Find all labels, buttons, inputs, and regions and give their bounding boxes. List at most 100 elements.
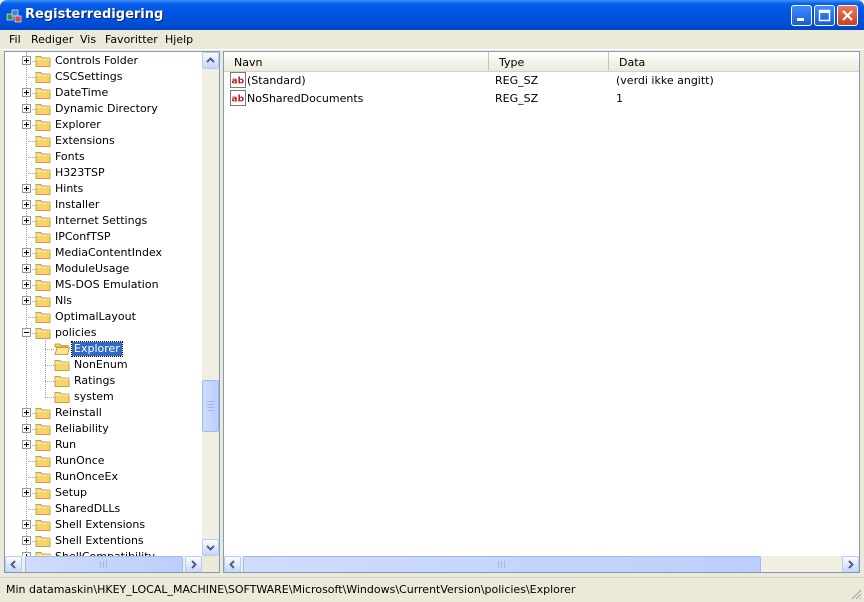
folder-icon bbox=[35, 72, 51, 83]
expand-plus-icon[interactable] bbox=[22, 408, 31, 417]
tree-node-label: Reliability bbox=[55, 422, 109, 435]
tree-node-label: DateTime bbox=[55, 86, 109, 99]
tree-node[interactable]: Extensions bbox=[5, 133, 202, 149]
column-header-data[interactable]: Data bbox=[609, 52, 859, 71]
tree-node[interactable]: SharedDLLs bbox=[5, 501, 202, 517]
tree-node[interactable]: RunOnce bbox=[5, 453, 202, 469]
tree-node[interactable]: CSCSettings bbox=[5, 69, 202, 85]
tree-node[interactable]: OptimalLayout bbox=[5, 309, 202, 325]
tree-node-label: Hints bbox=[55, 182, 84, 195]
list-hscroll-thumb[interactable] bbox=[243, 556, 761, 572]
tree-scroll-up-button[interactable] bbox=[202, 52, 219, 69]
expand-plus-icon[interactable] bbox=[22, 424, 31, 433]
folder-icon bbox=[54, 376, 70, 387]
tree-node[interactable]: Setup bbox=[5, 485, 202, 501]
close-icon bbox=[842, 10, 853, 21]
arrow-left-icon bbox=[229, 560, 235, 569]
expand-plus-icon[interactable] bbox=[22, 200, 31, 209]
tree-node[interactable]: MediaContentIndex bbox=[5, 245, 202, 261]
title-bar[interactable]: Registerredigering bbox=[0, 0, 864, 30]
menu-favorites[interactable]: Favoritter bbox=[105, 33, 158, 46]
tree-scroll-thumb[interactable] bbox=[202, 380, 219, 432]
key-tree-pane[interactable]: Controls Folder CSCSettings DateTime Dynami… bbox=[4, 51, 220, 573]
expand-plus-icon[interactable] bbox=[22, 184, 31, 193]
tree-node[interactable]: MS-DOS Emulation bbox=[5, 277, 202, 293]
menu-view[interactable]: Vis bbox=[80, 33, 96, 46]
tree-hscroll-thumb[interactable] bbox=[25, 556, 183, 572]
value-list-pane[interactable]: Navn Type Data ab (Standard) REG_SZ (ver… bbox=[223, 51, 860, 573]
expand-plus-icon[interactable] bbox=[22, 264, 31, 273]
menu-help[interactable]: Hjelp bbox=[165, 33, 193, 46]
column-header-type[interactable]: Type bbox=[489, 52, 609, 71]
tree-node[interactable]: Controls Folder bbox=[5, 53, 202, 69]
minimize-button[interactable] bbox=[791, 5, 812, 26]
list-item[interactable]: ab (Standard) REG_SZ (verdi ikke angitt) bbox=[224, 72, 844, 89]
status-bar: Min datamaskin\HKEY_LOCAL_MACHINE\SOFTWA… bbox=[0, 577, 864, 602]
expand-plus-icon[interactable] bbox=[22, 440, 31, 449]
tree-node[interactable]: policies bbox=[5, 325, 202, 341]
tree-node[interactable]: Internet Settings bbox=[5, 213, 202, 229]
registry-editor-icon bbox=[6, 9, 22, 23]
tree-node[interactable]: IPConfTSP bbox=[5, 229, 202, 245]
close-button[interactable] bbox=[837, 5, 858, 26]
tree-node[interactable]: Ratings bbox=[5, 373, 202, 389]
tree-node[interactable]: Shell Extensions bbox=[5, 517, 202, 533]
tree-node[interactable]: H323TSP bbox=[5, 165, 202, 181]
folder-icon bbox=[54, 360, 70, 371]
tree-scroll-down-button[interactable] bbox=[202, 539, 219, 556]
tree-node[interactable]: Installer bbox=[5, 197, 202, 213]
expand-plus-icon[interactable] bbox=[22, 120, 31, 129]
value-name: NoSharedDocuments bbox=[247, 92, 364, 105]
tree-node[interactable]: RunOnceEx bbox=[5, 469, 202, 485]
tree-horizontal-scrollbar[interactable] bbox=[5, 556, 202, 572]
list-item[interactable]: ab NoSharedDocuments REG_SZ 1 bbox=[224, 90, 844, 107]
expand-plus-icon[interactable] bbox=[22, 88, 31, 97]
expand-plus-icon[interactable] bbox=[22, 280, 31, 289]
expand-plus-icon[interactable] bbox=[22, 536, 31, 545]
tree-node[interactable]: Fonts bbox=[5, 149, 202, 165]
expand-plus-icon[interactable] bbox=[22, 296, 31, 305]
tree-node[interactable]: Reinstall bbox=[5, 405, 202, 421]
expand-plus-icon[interactable] bbox=[22, 248, 31, 257]
column-header-name[interactable]: Navn bbox=[224, 52, 489, 71]
folder-icon bbox=[35, 296, 51, 307]
folder-icon bbox=[35, 168, 51, 179]
tree-node[interactable]: Hints bbox=[5, 181, 202, 197]
expand-plus-icon[interactable] bbox=[22, 104, 31, 113]
list-scroll-right-button[interactable] bbox=[842, 556, 859, 572]
tree-node[interactable]: Reliability bbox=[5, 421, 202, 437]
tree-node[interactable]: Explorer bbox=[5, 117, 202, 133]
tree-node-label: Explorer bbox=[71, 341, 123, 357]
tree-node[interactable]: Run bbox=[5, 437, 202, 453]
folder-icon bbox=[35, 264, 51, 275]
expand-plus-icon[interactable] bbox=[22, 488, 31, 497]
list-horizontal-scrollbar[interactable] bbox=[224, 556, 859, 572]
resize-grip-icon[interactable] bbox=[850, 588, 862, 600]
list-scroll-left-button[interactable] bbox=[224, 556, 241, 572]
tree-vertical-scrollbar[interactable] bbox=[202, 52, 219, 556]
tree-node[interactable]: Shell Extentions bbox=[5, 533, 202, 549]
menu-file[interactable]: Fil bbox=[9, 33, 21, 46]
expand-plus-icon[interactable] bbox=[22, 56, 31, 65]
tree-scroll-right-button[interactable] bbox=[185, 556, 202, 572]
collapse-minus-icon[interactable] bbox=[22, 328, 31, 337]
tree-node[interactable]: NonEnum bbox=[5, 357, 202, 373]
tree-node[interactable]: system bbox=[5, 389, 202, 405]
tree-node[interactable]: Explorer bbox=[5, 341, 202, 357]
tree-node[interactable]: Nls bbox=[5, 293, 202, 309]
tree-node-label: IPConfTSP bbox=[55, 230, 111, 243]
tree-scroll-left-button[interactable] bbox=[5, 556, 22, 572]
arrow-up-icon bbox=[206, 57, 215, 63]
menu-edit[interactable]: Rediger bbox=[31, 33, 73, 46]
folder-icon bbox=[35, 488, 51, 499]
tree-node[interactable]: Dynamic Directory bbox=[5, 101, 202, 117]
value-type: REG_SZ bbox=[495, 92, 539, 105]
folder-icon bbox=[35, 520, 51, 531]
tree-node-label: RunOnce bbox=[55, 454, 105, 467]
expand-plus-icon[interactable] bbox=[22, 520, 31, 529]
tree-node[interactable]: DateTime bbox=[5, 85, 202, 101]
tree-node[interactable]: ModuleUsage bbox=[5, 261, 202, 277]
maximize-button[interactable] bbox=[814, 5, 835, 26]
expand-plus-icon[interactable] bbox=[22, 216, 31, 225]
tree-node[interactable]: ShellCompatibility bbox=[5, 549, 202, 556]
